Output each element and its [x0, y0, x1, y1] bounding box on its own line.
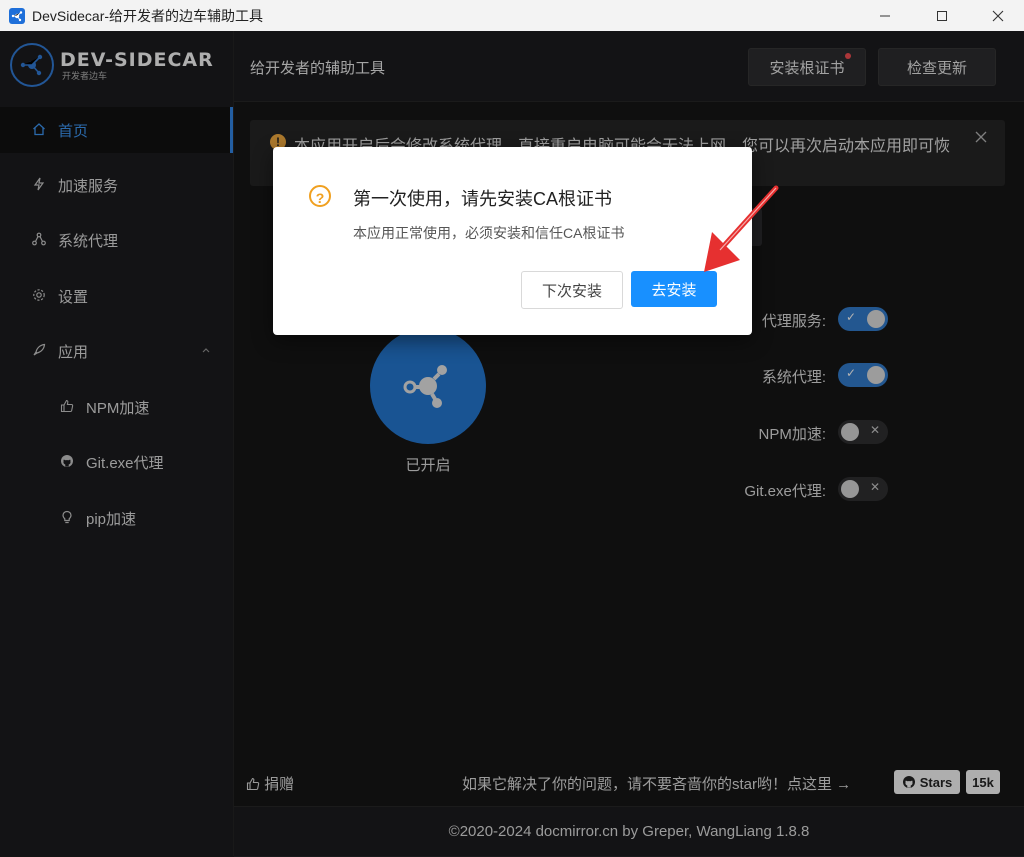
- install-cert-dialog: ? 第一次使用，请先安装CA根证书 本应用正常使用，必须安装和信任CA根证书 下…: [273, 147, 752, 335]
- install-later-button[interactable]: 下次安装: [521, 271, 623, 309]
- maximize-button[interactable]: [919, 0, 965, 31]
- minimize-button[interactable]: [862, 0, 908, 31]
- annotation-arrow-icon: [704, 185, 779, 272]
- dialog-content: 本应用正常使用，必须安装和信任CA根证书: [353, 225, 625, 241]
- app-icon: [9, 7, 25, 24]
- window-titlebar: DevSidecar-给开发者的边车辅助工具: [0, 0, 1024, 31]
- window-title: DevSidecar-给开发者的边车辅助工具: [32, 7, 264, 24]
- question-icon: ?: [309, 185, 331, 207]
- close-button[interactable]: [975, 0, 1021, 31]
- dialog-title: 第一次使用，请先安装CA根证书: [353, 189, 613, 209]
